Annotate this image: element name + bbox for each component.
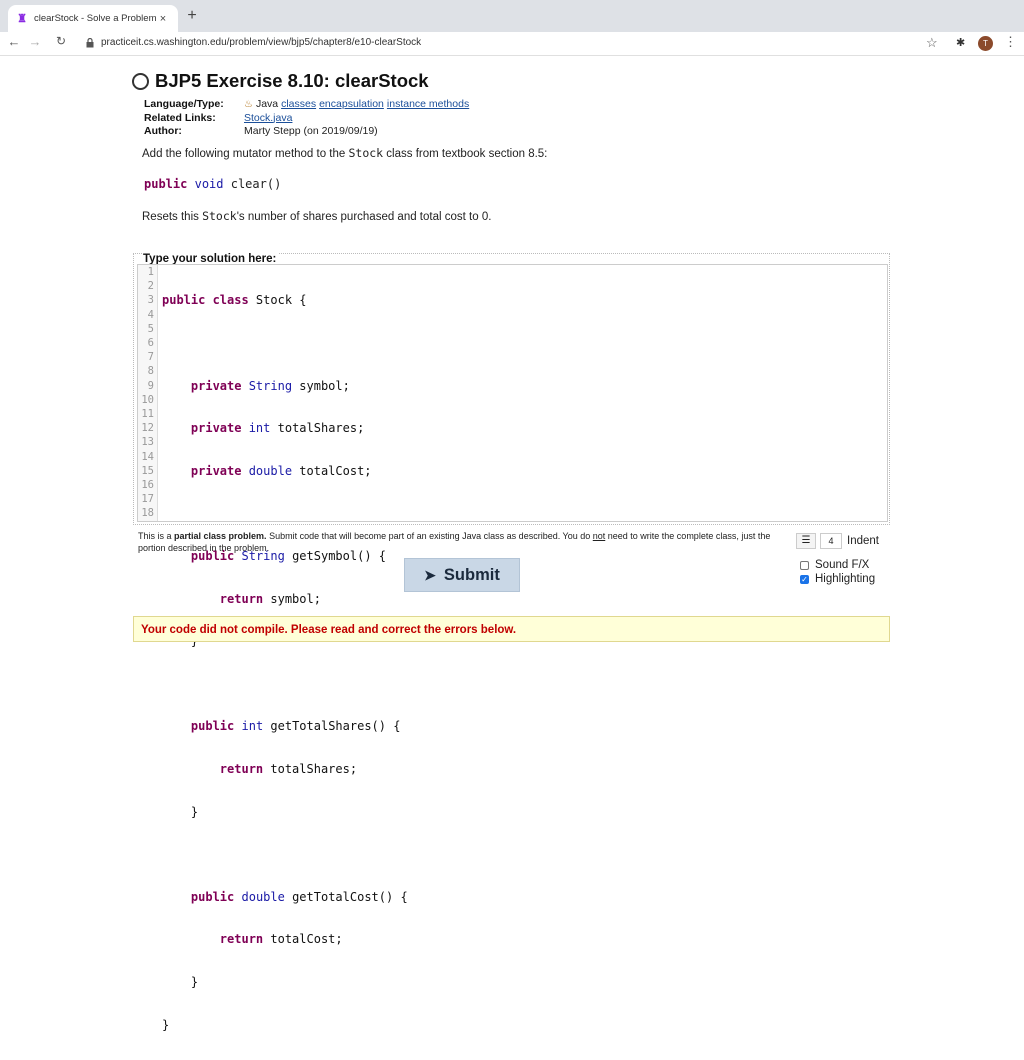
language-prefix: Java (255, 98, 279, 110)
related-key: Related Links: (144, 111, 216, 124)
line-number: 13 (141, 436, 154, 449)
author-value: Marty Stepp (on 2019/09/19) (244, 125, 378, 137)
code-line-3: private String symbol; (190, 378, 350, 393)
highlighting-option[interactable]: ✓ Highlighting (800, 573, 875, 585)
indent-input[interactable]: 4 (820, 533, 842, 549)
problem-header: BJP5 Exercise 8.10: clearStock (132, 70, 429, 92)
practiceit-favicon-icon: ♜ (17, 13, 27, 25)
line-number: 9 (147, 379, 154, 392)
code-line-8: return symbol; (219, 591, 321, 606)
line-number: 14 (141, 450, 154, 463)
address-bar[interactable]: practiceit.cs.washington.edu/problem/vie… (101, 37, 421, 48)
indent-icon[interactable]: ☰ (796, 533, 816, 549)
browser-menu-icon[interactable]: ⋮ (1004, 34, 1017, 50)
browser-tab[interactable]: ♜ clearStock - Solve a Problem - × (8, 5, 178, 32)
compile-error-message: Your code did not compile. Please read a… (133, 616, 890, 642)
code-line-4: private int totalShares; (190, 421, 365, 436)
tab-title: clearStock - Solve a Problem - (34, 13, 156, 24)
link-instance-methods[interactable]: instance methods (387, 98, 469, 110)
line-number: 16 (141, 479, 154, 491)
code-content[interactable]: public class Stock { private String symb… (162, 265, 408, 1060)
line-number: 15 (141, 464, 154, 477)
code-line-12: return totalShares; (219, 761, 358, 776)
paper-plane-icon: ➤ (424, 566, 436, 583)
line-number: 17 (141, 493, 154, 506)
highlighting-checkbox[interactable]: ✓ (800, 574, 809, 584)
reload-icon[interactable]: ↻ (52, 34, 70, 48)
language-value: ♨ Java classes encapsulation instance metho… (244, 98, 472, 112)
indent-label: Indent (847, 535, 879, 547)
line-number: 2 (147, 280, 154, 293)
code-line-17: } (190, 974, 199, 989)
code-line-13: } (190, 804, 199, 819)
submit-label: Submit (443, 565, 500, 584)
code-line-5: private double totalCost; (190, 463, 372, 478)
bookmark-star-icon[interactable]: ☆ (926, 35, 938, 51)
forward-arrow-icon[interactable]: → (26, 34, 44, 49)
line-number: 12 (141, 422, 154, 435)
line-number: 7 (147, 351, 154, 364)
code-line-16: return totalCost; (219, 932, 343, 947)
sound-fx-checkbox[interactable] (800, 560, 809, 570)
line-number: 4 (147, 308, 154, 321)
lock-icon (86, 38, 94, 48)
code-line-18: } (162, 1017, 170, 1032)
extensions-puzzle-icon[interactable]: ✱ (956, 36, 965, 49)
indent-control: ☰ 4 Indent (796, 533, 879, 549)
back-arrow-icon[interactable]: ← (5, 34, 23, 49)
java-icon: ♨ (244, 99, 253, 110)
link-classes[interactable]: classes (281, 98, 316, 110)
line-number: 3 (147, 294, 154, 307)
browser-toolbar: ← → ↻ practiceit.cs.washington.edu/probl… (0, 32, 1024, 56)
code-editor[interactable]: 1 2 3 4 5 6 7 8 9 10 11 12 13 14 15 16 17 18 public class… (137, 264, 888, 1032)
page-title: BJP5 Exercise 8.10: clearStock (155, 70, 429, 91)
problem-description: Add the following mutator method to the … (142, 146, 548, 160)
line-number-gutter: 1 2 3 4 5 6 7 8 9 10 11 12 13 14 15 16 17 18 (138, 265, 158, 521)
profile-avatar[interactable]: T (978, 36, 993, 51)
partial-class-note: This is a partial class problem. Submit … (138, 531, 771, 553)
new-tab-button[interactable]: + (184, 7, 200, 25)
line-number: 1 (147, 266, 154, 278)
problem-metadata: Language/Type: ♨ Java classes encapsulatio… (144, 98, 472, 139)
line-number: 10 (141, 393, 154, 406)
link-stock-java[interactable]: Stock.java (244, 112, 292, 124)
solution-area: Type your solution here: 1 2 3 4 5 6 7 8 9 10 11 12… (133, 253, 890, 1032)
class-name-code-2: Stock (202, 209, 237, 223)
class-name-code: Stock (348, 146, 384, 160)
code-line-15: public double getTotalCost() { (190, 889, 408, 904)
line-number: 8 (147, 365, 154, 378)
language-key: Language/Type: (144, 98, 224, 110)
close-tab-icon[interactable]: × (156, 13, 170, 25)
highlighting-label: Highlighting (815, 573, 876, 585)
method-description: Resets this Stock's number of shares pur… (142, 209, 492, 223)
link-encapsulation[interactable]: encapsulation (319, 98, 384, 110)
submit-button[interactable]: ➤ Submit (404, 558, 520, 592)
line-number: 18 (141, 507, 154, 520)
code-line-11: public int getTotalShares() { (190, 719, 401, 734)
sound-fx-label: Sound F/X (815, 559, 870, 571)
code-line-1: public class Stock { (162, 293, 307, 308)
status-circle-icon (132, 72, 149, 90)
sound-fx-option[interactable]: Sound F/X (800, 559, 869, 571)
line-number: 5 (147, 322, 154, 335)
author-key: Author: (144, 125, 182, 137)
browser-tab-bar: ♜ clearStock - Solve a Problem - × + (0, 0, 1024, 32)
line-number: 6 (147, 337, 154, 349)
method-signature: public void clear() (144, 177, 282, 191)
line-number: 11 (141, 408, 154, 420)
